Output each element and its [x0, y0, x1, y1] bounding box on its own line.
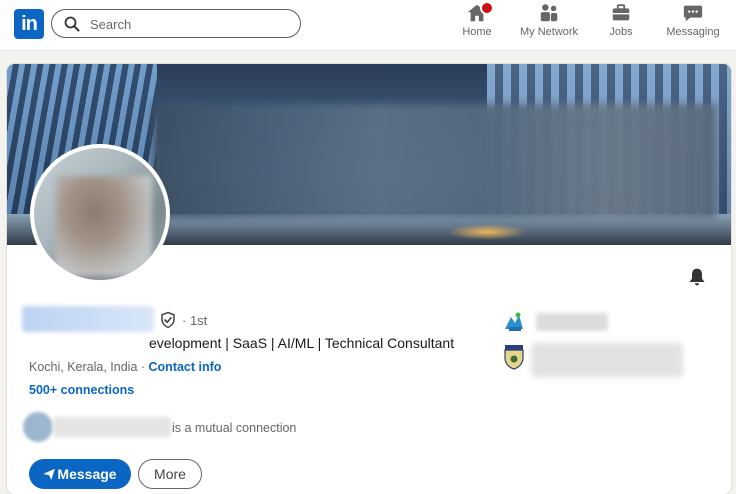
- profile-card: · 1st evelopment | SaaS | AI/ML | Techni…: [7, 64, 731, 494]
- notification-badge: [480, 1, 494, 15]
- nav-messaging-label: Messaging: [666, 26, 720, 38]
- connection-degree: · 1st: [182, 313, 208, 328]
- nav-my-network-label: My Network: [519, 26, 579, 38]
- nav-jobs[interactable]: Jobs: [604, 2, 638, 48]
- verified-shield-icon[interactable]: [159, 311, 177, 329]
- search-bar[interactable]: [51, 9, 301, 38]
- company-logo-icon[interactable]: [501, 309, 527, 335]
- bell-icon[interactable]: [687, 267, 707, 287]
- message-button-label: Message: [57, 466, 117, 482]
- nav-my-network[interactable]: My Network: [516, 2, 582, 48]
- nav-messaging[interactable]: Messaging: [664, 2, 722, 48]
- mutual-name-redacted: [53, 417, 171, 437]
- profile-location: Kochi, Kerala, India · Contact info: [29, 360, 221, 374]
- mutual-avatar[interactable]: [23, 412, 53, 442]
- company-name-redacted: [536, 313, 608, 331]
- more-button[interactable]: More: [138, 459, 202, 489]
- school-name-redacted: [531, 343, 683, 377]
- nav-home[interactable]: Home: [456, 1, 498, 48]
- school-crest-icon[interactable]: [504, 344, 524, 370]
- nav-jobs-label: Jobs: [609, 26, 633, 38]
- profile-name-redacted: [22, 306, 154, 332]
- location-text: Kochi, Kerala, India ·: [29, 360, 149, 374]
- search-input[interactable]: [88, 14, 292, 35]
- network-icon: [540, 4, 558, 22]
- messaging-icon: [683, 5, 703, 22]
- send-icon: [43, 468, 55, 480]
- top-nav: in Home My Network Jobs: [0, 0, 736, 51]
- mutual-connection-text: is a mutual connection: [172, 421, 297, 435]
- profile-avatar[interactable]: [30, 144, 170, 284]
- briefcase-icon: [612, 4, 630, 21]
- contact-info-link[interactable]: Contact info: [149, 360, 222, 374]
- search-icon: [64, 16, 80, 32]
- blurred-region: [56, 176, 152, 276]
- nav-home-label: Home: [462, 26, 492, 38]
- linkedin-logo[interactable]: in: [14, 9, 44, 39]
- message-button[interactable]: Message: [29, 459, 131, 489]
- blurred-region: [153, 104, 717, 218]
- connections-link[interactable]: 500+ connections: [29, 383, 134, 397]
- profile-headline: evelopment | SaaS | AI/ML | Technical Co…: [149, 335, 455, 351]
